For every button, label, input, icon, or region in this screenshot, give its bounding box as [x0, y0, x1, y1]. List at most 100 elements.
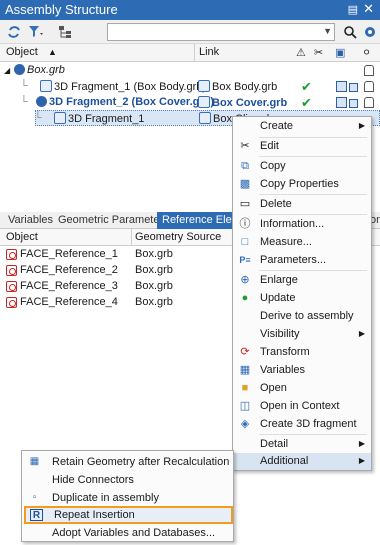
menu-item-information[interactable]: ⓘ Information...	[233, 216, 371, 233]
warning-icon: ⚠	[296, 47, 306, 59]
column-divider[interactable]	[194, 44, 195, 62]
save-icon: ▣	[335, 47, 346, 59]
menu-item-parameters[interactable]: P≡ Parameters...	[233, 252, 371, 269]
menu-item-create[interactable]: Create ▶	[233, 118, 371, 135]
scissors-icon: ✂	[314, 47, 324, 59]
menu-item-copy[interactable]: ⧉ Copy	[233, 158, 371, 175]
chevron-down-icon[interactable]: ▼	[323, 26, 332, 36]
toolbar: ▼	[0, 20, 380, 44]
transform-icon: ⟳	[240, 346, 250, 358]
lock-icon: ⚪	[362, 47, 372, 59]
menu-item-variables[interactable]: ▦ Variables	[233, 362, 371, 379]
save-small-icon	[349, 83, 358, 92]
face-reference-icon	[6, 249, 17, 260]
tree-header: Object ▲ Link ⚠ ✂ ▣ ⚪	[0, 44, 380, 62]
menu-item-additional[interactable]: Additional ▶	[233, 453, 371, 470]
save-small-icon	[349, 99, 358, 108]
assembly-icon	[14, 64, 25, 75]
sort-up-icon[interactable]: ▲	[48, 47, 57, 57]
tree-row[interactable]: ◢ Box.grb	[0, 63, 380, 79]
submenu-arrow-icon: ▶	[358, 329, 365, 338]
menu-item-adopt-variables[interactable]: Adopt Variables and Databases...	[22, 524, 233, 542]
menu-item-detail[interactable]: Detail ▶	[233, 436, 371, 453]
tab-variables[interactable]: Variables	[8, 214, 53, 226]
table-cell-object: FACE_Reference_1	[20, 248, 118, 260]
fragment-icon	[40, 80, 52, 92]
face-reference-icon	[6, 297, 17, 308]
menu-item-delete[interactable]: ▭ Delete	[233, 196, 371, 213]
menu-item-duplicate-in-assembly[interactable]: ▫ Duplicate in assembly	[22, 489, 233, 507]
submenu-arrow-icon: ▶	[358, 121, 365, 130]
object-column-header[interactable]: Object	[6, 46, 38, 58]
tree-item-link: Box Body.grb	[212, 81, 278, 93]
tree-item-label: 3D Fragment_1	[68, 113, 145, 125]
refresh-icon[interactable]	[6, 24, 22, 40]
geometry-source-column-header[interactable]: Geometry Source	[135, 231, 221, 243]
table-cell-object: FACE_Reference_4	[20, 296, 118, 308]
face-reference-icon	[6, 281, 17, 292]
tree-item-label: Box.grb	[27, 64, 65, 76]
column-divider[interactable]	[131, 229, 132, 246]
table-cell-source: Box.grb	[135, 264, 173, 276]
submenu-arrow-icon: ▶	[358, 439, 365, 448]
copy-icon: ⧉	[241, 160, 249, 172]
menu-item-create-3d-fragment[interactable]: ◈ Create 3D fragment	[233, 416, 371, 433]
face-reference-icon	[6, 265, 17, 276]
open-context-icon: ◫	[239, 400, 251, 412]
window-title: Assembly Structure	[5, 2, 118, 17]
trash-icon: ▭	[239, 198, 251, 210]
object-column-header[interactable]: Object	[6, 231, 38, 243]
lock-icon	[364, 81, 374, 92]
search-icon[interactable]	[342, 24, 358, 40]
additional-submenu: ▦ Retain Geometry after Recalculation Hi…	[21, 450, 234, 542]
duplicate-icon: ▫	[32, 492, 37, 503]
context-menu: Create ▶ ✂ Edit ⧉ Copy ▩ Copy Properties…	[232, 116, 372, 471]
edit-icon: ✂	[240, 140, 250, 152]
variables-icon: ▦	[239, 364, 251, 376]
fragment-icon	[54, 112, 66, 124]
menu-item-open[interactable]: ■ Open	[233, 380, 371, 397]
menu-item-edit[interactable]: ✂ Edit	[233, 138, 371, 155]
menu-item-retain-geometry[interactable]: ▦ Retain Geometry after Recalculation	[22, 453, 233, 471]
menu-item-measure[interactable]: □ Measure...	[233, 234, 371, 251]
save-icon	[336, 97, 347, 108]
menu-item-derive-to-assembly[interactable]: Derive to assembly	[233, 308, 371, 325]
menu-item-open-in-context[interactable]: ◫ Open in Context	[233, 398, 371, 415]
menu-item-update[interactable]: ● Update	[233, 290, 371, 307]
menu-item-visibility[interactable]: Visibility ▶	[233, 326, 371, 343]
table-cell-source: Box.grb	[135, 280, 173, 292]
link-column-header[interactable]: Link	[199, 46, 219, 58]
menu-item-hide-connectors[interactable]: Hide Connectors	[22, 471, 233, 489]
tree-row[interactable]: └ 3D Fragment_1 (Box Body.grb) Box Body.…	[0, 79, 380, 95]
check-icon: ✔	[301, 79, 312, 94]
tab-geometric-parameters[interactable]: Geometric Parameters	[58, 214, 169, 226]
menu-item-transform[interactable]: ⟳ Transform	[233, 344, 371, 361]
lock-icon	[364, 97, 374, 108]
save-icon	[336, 81, 347, 92]
menu-item-copy-properties[interactable]: ▩ Copy Properties	[233, 176, 371, 193]
menu-item-repeat-insertion[interactable]: R Repeat Insertion	[24, 506, 233, 524]
tree-item-label: 3D Fragment_1 (Box Body.grb)	[54, 81, 207, 93]
file-icon	[198, 80, 210, 92]
table-cell-source: Box.grb	[135, 248, 173, 260]
parameters-icon: P≡	[239, 255, 251, 265]
filter-icon[interactable]	[28, 24, 44, 40]
assembly-icon	[36, 96, 47, 107]
fragment-icon: ◈	[240, 418, 250, 430]
tree-row[interactable]: └ 3D Fragment_2 (Box Cover.grb) Box Cove…	[0, 95, 380, 111]
table-cell-object: FACE_Reference_2	[20, 264, 118, 276]
table-cell-source: Box.grb	[135, 296, 173, 308]
table-cell-object: FACE_Reference_3	[20, 280, 118, 292]
update-icon: ●	[241, 292, 249, 304]
retain-geometry-icon: ▦	[29, 456, 40, 467]
folder-icon: ■	[241, 382, 249, 394]
gear-icon[interactable]	[362, 24, 378, 40]
search-input[interactable]: ▼	[107, 23, 335, 41]
pin-icon[interactable]: ▤	[348, 3, 358, 16]
collapse-icon[interactable]: ◢	[4, 66, 10, 75]
file-icon	[198, 96, 210, 108]
tree-icon[interactable]	[58, 24, 74, 40]
menu-item-enlarge[interactable]: ⊕ Enlarge	[233, 272, 371, 289]
close-icon[interactable]: ✕	[363, 1, 374, 17]
lock-icon	[364, 65, 374, 76]
